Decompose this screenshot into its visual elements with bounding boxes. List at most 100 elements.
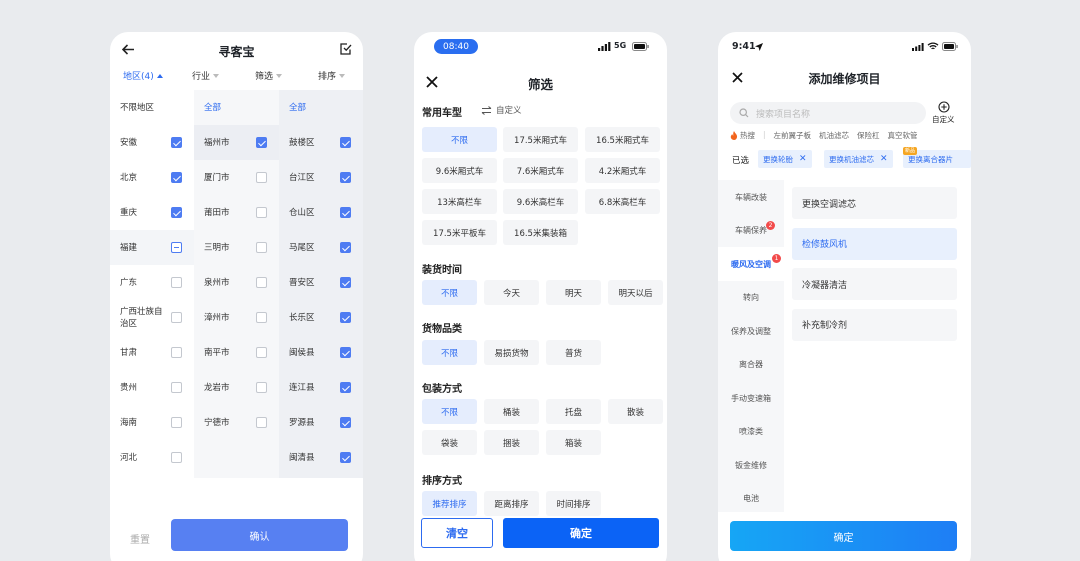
repair-item[interactable]: 冷凝器清洁 <box>792 268 957 300</box>
category-item[interactable]: 电池 <box>718 482 784 516</box>
list-item[interactable]: 宁德市 <box>194 405 279 440</box>
checkbox[interactable] <box>340 347 351 358</box>
checkbox[interactable] <box>171 207 182 218</box>
list-item[interactable]: 厦门市 <box>194 160 279 195</box>
checkbox[interactable] <box>256 207 267 218</box>
checkbox[interactable] <box>340 242 351 253</box>
category-item[interactable]: 保养及调整 <box>718 314 784 348</box>
list-item[interactable]: 河北 <box>110 440 194 475</box>
option-chip[interactable]: 易损货物 <box>484 340 539 365</box>
custom-vehicle-button[interactable]: 自定义 <box>481 104 522 116</box>
checkbox[interactable] <box>171 417 182 428</box>
list-item[interactable]: 晋安区 <box>279 265 363 300</box>
option-chip[interactable]: 明天以后 <box>608 280 663 305</box>
category-item[interactable]: 车辆改装 <box>718 180 784 214</box>
ok-button[interactable]: 确定 <box>730 521 957 551</box>
list-item[interactable]: 安徽 <box>110 125 194 160</box>
list-item[interactable]: 长乐区 <box>279 300 363 335</box>
option-chip[interactable]: 桶装 <box>484 399 539 424</box>
list-item[interactable]: 南平市 <box>194 335 279 370</box>
list-item[interactable]: 全部 <box>194 90 279 125</box>
list-item[interactable]: 闽侯县 <box>279 335 363 370</box>
checkbox[interactable] <box>256 277 267 288</box>
checkbox[interactable] <box>340 277 351 288</box>
option-chip[interactable]: 16.5米厢式车 <box>585 127 660 152</box>
checkbox[interactable] <box>171 137 182 148</box>
confirm-button[interactable]: 确认 <box>171 519 348 551</box>
option-chip[interactable]: 4.2米厢式车 <box>585 158 660 183</box>
list-item[interactable]: 莆田市 <box>194 195 279 230</box>
tab-region[interactable]: 地区(4) <box>123 69 163 82</box>
selected-tag[interactable]: 更换机油滤芯 ✕ <box>824 150 893 168</box>
selected-tag[interactable]: 更换轮胎 ✕ <box>758 150 812 168</box>
checkbox[interactable] <box>340 417 351 428</box>
list-item[interactable]: 漳州市 <box>194 300 279 335</box>
remove-icon[interactable]: ✕ <box>799 154 807 164</box>
checkbox[interactable] <box>171 242 182 253</box>
option-chip[interactable]: 7.6米厢式车 <box>503 158 578 183</box>
list-item[interactable]: 甘肃 <box>110 335 194 370</box>
checkbox[interactable] <box>256 242 267 253</box>
checkbox[interactable] <box>171 312 182 323</box>
option-chip[interactable]: 明天 <box>546 280 601 305</box>
checkbox[interactable] <box>256 312 267 323</box>
remove-icon[interactable]: ✕ <box>880 154 888 164</box>
repair-item[interactable]: 更换空调滤芯 <box>792 187 957 219</box>
tab-sort[interactable]: 排序 <box>318 69 346 82</box>
option-chip[interactable]: 托盘 <box>546 399 601 424</box>
checkbox[interactable] <box>256 347 267 358</box>
checkbox[interactable] <box>340 312 351 323</box>
list-item[interactable]: 贵州 <box>110 370 194 405</box>
list-item[interactable]: 海南 <box>110 405 194 440</box>
list-item[interactable]: 龙岩市 <box>194 370 279 405</box>
repair-item[interactable]: 补充制冷剂 <box>792 308 957 341</box>
checkbox[interactable] <box>340 137 351 148</box>
list-item[interactable]: 不限地区 <box>110 90 194 125</box>
list-item[interactable]: 福州市 <box>194 125 279 160</box>
checkbox[interactable] <box>171 172 182 183</box>
checkbox[interactable] <box>256 172 267 183</box>
clear-button[interactable]: 清空 <box>421 518 493 548</box>
option-chip[interactable]: 6.8米高栏车 <box>585 189 660 214</box>
option-chip[interactable]: 13米高栏车 <box>422 189 497 214</box>
list-item[interactable]: 泉州市 <box>194 265 279 300</box>
list-item[interactable]: 连江县 <box>279 370 363 405</box>
option-chip[interactable]: 普货 <box>546 340 601 365</box>
category-item[interactable]: 钣金维修 <box>718 448 784 482</box>
checklist-icon[interactable] <box>338 41 354 57</box>
search-input[interactable]: 搜索项目名称 <box>730 102 926 124</box>
option-chip[interactable]: 不限 <box>422 399 477 424</box>
repair-item[interactable]: 检修鼓风机 <box>792 227 957 260</box>
option-chip[interactable]: 今天 <box>484 280 539 305</box>
option-chip[interactable]: 推荐排序 <box>422 491 477 516</box>
option-chip[interactable]: 16.5米集装箱 <box>503 220 578 245</box>
option-chip[interactable]: 9.6米厢式车 <box>422 158 497 183</box>
checkbox[interactable] <box>171 452 182 463</box>
option-chip[interactable]: 不限 <box>422 340 477 365</box>
checkbox[interactable] <box>171 347 182 358</box>
list-item[interactable]: 北京 <box>110 160 194 195</box>
checkbox[interactable] <box>171 382 182 393</box>
hot-item[interactable]: 真空软管 <box>888 130 918 141</box>
category-item[interactable]: 车辆保养 <box>718 214 784 248</box>
checkbox[interactable] <box>340 452 351 463</box>
option-chip[interactable]: 散装 <box>608 399 663 424</box>
list-item[interactable]: 三明市 <box>194 230 279 265</box>
checkbox[interactable] <box>256 382 267 393</box>
category-item[interactable]: 手动变速箱 <box>718 381 784 415</box>
list-item[interactable]: 重庆 <box>110 195 194 230</box>
checkbox[interactable] <box>340 207 351 218</box>
option-chip[interactable]: 袋装 <box>422 430 477 455</box>
checkbox[interactable] <box>340 172 351 183</box>
hot-item[interactable]: 保险杠 <box>857 130 880 141</box>
category-item[interactable]: 喷漆类 <box>718 415 784 449</box>
list-item[interactable]: 鼓楼区 <box>279 125 363 160</box>
tab-filter[interactable]: 筛选 <box>255 69 283 82</box>
add-circle-icon[interactable] <box>937 100 950 113</box>
option-chip[interactable]: 时间排序 <box>546 491 601 516</box>
category-item[interactable]: 转向 <box>718 281 784 315</box>
list-item[interactable]: 台江区 <box>279 160 363 195</box>
option-chip[interactable]: 17.5米平板车 <box>422 220 497 245</box>
custom-label[interactable]: 自定义 <box>932 114 955 125</box>
list-item[interactable]: 仓山区 <box>279 195 363 230</box>
